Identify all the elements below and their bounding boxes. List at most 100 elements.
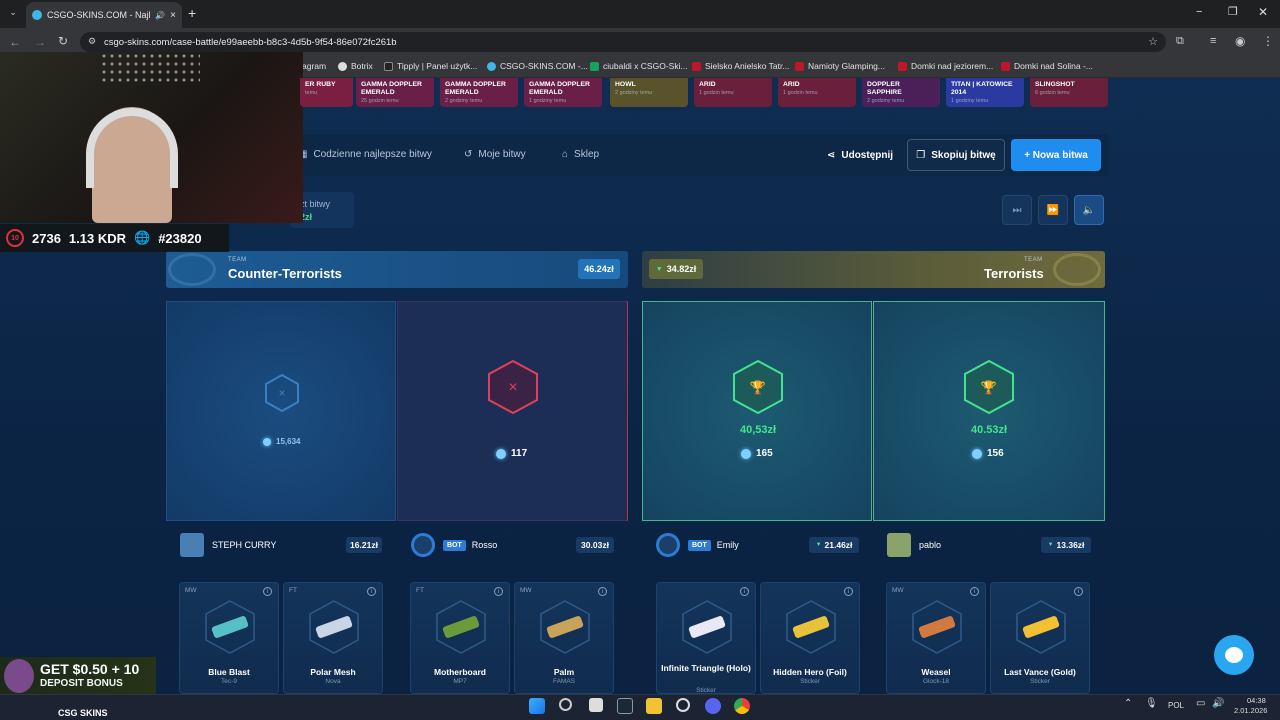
live-drop-card[interactable]: ARID 1 godzin temu <box>694 78 772 107</box>
live-drop-card[interactable]: SLINGSHOT 6 godzin temu <box>1030 78 1108 107</box>
drop-time: 2 godziny temu <box>615 90 653 96</box>
nav-shop[interactable]: ⌂ Sklep <box>562 149 599 160</box>
item-card[interactable]: MW i Palm FAMAS <box>514 582 614 694</box>
info-icon[interactable]: i <box>970 587 979 596</box>
maximize-button[interactable]: ❐ <box>1228 5 1238 18</box>
new-tab-button[interactable]: + <box>188 5 196 21</box>
site-info-icon[interactable]: ⚙ <box>88 36 96 47</box>
language-label[interactable]: POL <box>1168 701 1184 710</box>
item-card[interactable]: i Hidden Hero (Foil) Sticker <box>760 582 860 694</box>
info-icon[interactable]: i <box>1074 587 1083 596</box>
live-drop-card[interactable]: GAMMA DOPPLER EMERALD 2 godziny temu <box>440 78 518 107</box>
item-card[interactable]: FT i Motherboard MP7 <box>410 582 510 694</box>
speaker-icon[interactable]: 🔊 <box>155 11 165 20</box>
tab-list-icon[interactable]: ⌄ <box>6 7 20 21</box>
bookmark-star-icon[interactable]: ☆ <box>1148 35 1158 48</box>
item-type: Nova <box>325 678 341 685</box>
mic-icon[interactable]: 🎙 <box>1145 698 1158 709</box>
discord-icon[interactable] <box>705 698 721 714</box>
fast-forward-button[interactable]: ⏩ <box>1038 195 1068 225</box>
live-drop-card[interactable]: GAMMA DOPPLER EMERALD 1 godziny temu <box>524 78 602 107</box>
url-bar[interactable]: ⚙ csgo-skins.com/case-battle/e99aeebb-b8… <box>80 32 1166 52</box>
live-drop-card[interactable]: GAMMA DOPPLER EMERALD 25 godzin temu <box>356 78 434 107</box>
item-card[interactable]: i Last Vance (Gold) Sticker <box>990 582 1090 694</box>
back-icon[interactable]: ← <box>9 35 21 49</box>
live-drop-card[interactable]: HOWL 2 godziny temu <box>610 78 688 107</box>
share-label: Udostępnij <box>841 149 894 161</box>
drop-time: 6 godzin temu <box>1035 90 1070 96</box>
menu-icon[interactable]: ⋮ <box>1262 34 1274 48</box>
drop-name: DOPPLER SAPPHIRE <box>867 81 902 96</box>
t-team-name: Terrorists <box>984 266 1044 281</box>
promo-banner[interactable]: GET $0.50 + 10 DEPOSIT BONUS <box>0 657 156 694</box>
tray-chevron-icon[interactable]: ⌃ <box>1124 698 1132 709</box>
new-battle-button[interactable]: + Nowa bitwa <box>1011 139 1101 171</box>
drop-time: 1 godzin temu <box>783 90 818 96</box>
network-icon[interactable]: ▭ <box>1196 698 1205 709</box>
browser-tab[interactable]: CSGO-SKINS.COM - Najlep 🔊 × <box>26 2 182 28</box>
close-window-button[interactable]: ✕ <box>1258 5 1268 19</box>
info-icon[interactable]: i <box>598 587 607 596</box>
battle-slot: × 117 <box>397 301 628 521</box>
clock-time[interactable]: 04:38 <box>1247 696 1266 705</box>
extensions-icon[interactable]: ⧉ <box>1176 35 1184 48</box>
copy-battle-button[interactable]: ❐ Skopiuj bitwę <box>907 139 1005 171</box>
share-button[interactable]: ⋖ Udostępnij <box>822 140 898 170</box>
minimize-button[interactable]: − <box>1196 6 1202 18</box>
coin-icon <box>496 448 506 459</box>
bot-avatar <box>656 533 680 557</box>
info-icon[interactable]: i <box>740 587 749 596</box>
volume-icon[interactable]: 🔊 <box>1212 698 1224 709</box>
item-name: Motherboard <box>434 667 486 677</box>
item-card[interactable]: FT i Polar Mesh Nova <box>283 582 383 694</box>
forward-icon[interactable]: → <box>34 35 46 49</box>
nav-daily-battles[interactable]: ▦Codzienne najlepsze bitwy <box>298 149 432 160</box>
step-button[interactable]: ⏭ <box>1002 195 1032 225</box>
bookmark-item[interactable]: CSGO-SKINS.COM -... <box>487 61 588 71</box>
live-drop-card[interactable]: ER RUBY temu <box>300 78 353 107</box>
down-arrow-icon: ▼ <box>1047 542 1054 548</box>
info-icon[interactable]: i <box>263 587 272 596</box>
item-image-icon <box>786 600 836 654</box>
item-card[interactable]: MW i Blue Blast Tec-9 <box>179 582 279 694</box>
sound-button[interactable]: 🔈 <box>1074 195 1104 225</box>
item-card[interactable]: MW i Weasel Glock-18 <box>886 582 986 694</box>
loss-hex-icon: × <box>488 359 538 415</box>
live-drop-card[interactable]: TITAN | KATOWICE 2014 1 godziny temu <box>946 78 1024 107</box>
bookmark-item[interactable]: Namioty Glamping... <box>795 61 885 71</box>
player-row: STEPH CURRY <box>180 531 276 559</box>
player-name: pablo <box>919 540 942 550</box>
bookmark-item[interactable]: Domki nad Solina -... <box>1001 61 1093 71</box>
item-image-icon <box>309 600 359 654</box>
item-wear: FT <box>416 587 424 594</box>
reload-icon[interactable]: ↻ <box>58 34 68 48</box>
chat-button[interactable] <box>1214 635 1254 675</box>
live-drop-card[interactable]: ARID 1 godzin temu <box>778 78 856 107</box>
bookmark-item[interactable]: Botrix <box>338 61 373 71</box>
close-tab-icon[interactable]: × <box>170 10 176 21</box>
steam-icon[interactable] <box>617 698 633 714</box>
folder-icon[interactable] <box>646 698 662 714</box>
profile-icon[interactable]: ◉ <box>1235 34 1245 48</box>
info-icon[interactable]: i <box>844 587 853 596</box>
clock-date[interactable]: 2.01.2026 <box>1234 706 1267 715</box>
slot-coins-value: 117 <box>511 448 528 459</box>
info-icon[interactable]: i <box>494 587 503 596</box>
bookmark-item[interactable]: Domki nad jeziorem... <box>898 61 993 71</box>
bookmark-item[interactable]: ciubaldi x CSGO-Ski... <box>590 61 688 71</box>
item-name: Hidden Hero (Foil) <box>773 667 847 677</box>
chrome-icon[interactable] <box>734 698 750 714</box>
item-image-icon <box>436 600 486 654</box>
bookmark-item[interactable]: Sielsko Anielsko Tatr... <box>692 61 789 71</box>
bookmark-item[interactable]: agram <box>302 61 326 71</box>
nav-my-battles[interactable]: ↺ Moje bitwy <box>464 149 526 160</box>
live-drop-card[interactable]: DOPPLER SAPPHIRE 2 godziny temu <box>862 78 940 107</box>
search-icon[interactable] <box>559 698 572 711</box>
item-card[interactable]: i Infinite Triangle (Holo) Sticker <box>656 582 756 694</box>
bookmark-item[interactable]: Tipply | Panel użytk... <box>384 61 477 71</box>
start-icon[interactable] <box>529 698 545 714</box>
info-icon[interactable]: i <box>367 587 376 596</box>
store-icon[interactable] <box>589 698 603 712</box>
cs-icon[interactable] <box>676 698 690 712</box>
media-icon[interactable]: ≡ <box>1210 35 1216 47</box>
